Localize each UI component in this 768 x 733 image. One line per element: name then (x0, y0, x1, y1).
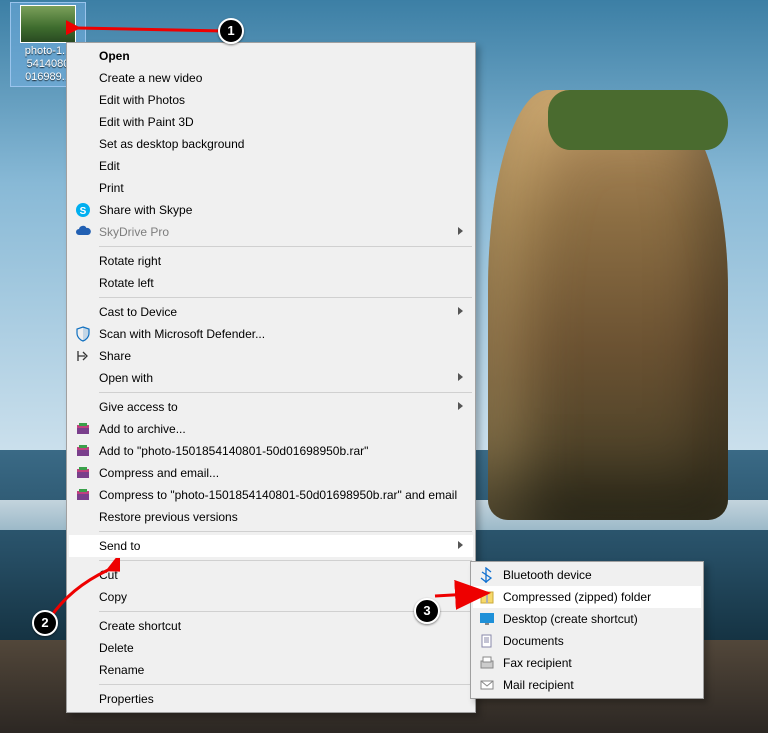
skype-icon: S (75, 202, 91, 218)
menu-edit-paint3d[interactable]: Edit with Paint 3D (69, 111, 473, 133)
menu-copy[interactable]: Copy (69, 586, 473, 608)
mail-icon (479, 677, 495, 693)
svg-text:S: S (80, 206, 87, 217)
menu-print[interactable]: Print (69, 177, 473, 199)
winrar-icon (75, 465, 91, 481)
menu-properties[interactable]: Properties (69, 688, 473, 710)
menu-create-video[interactable]: Create a new video (69, 67, 473, 89)
menu-cast-to-device[interactable]: Cast to Device (69, 301, 473, 323)
bluetooth-icon (479, 567, 495, 583)
chevron-right-icon (458, 227, 463, 235)
menu-edit[interactable]: Edit (69, 155, 473, 177)
annotation-badge-1: 1 (218, 18, 244, 44)
menu-open[interactable]: Open (69, 45, 473, 67)
submenu-documents[interactable]: Documents (473, 630, 701, 652)
chevron-right-icon (458, 307, 463, 315)
shield-icon (75, 326, 91, 342)
submenu-bluetooth[interactable]: Bluetooth device (473, 564, 701, 586)
menu-open-with[interactable]: Open with (69, 367, 473, 389)
cloud-icon (75, 224, 91, 240)
menu-create-shortcut[interactable]: Create shortcut (69, 615, 473, 637)
separator (99, 297, 472, 298)
zip-folder-icon (479, 589, 495, 605)
menu-compress-to-named-and-email[interactable]: Compress to "photo-1501854140801-50d0169… (69, 484, 473, 506)
menu-rotate-right[interactable]: Rotate right (69, 250, 473, 272)
file-thumbnail (20, 5, 76, 43)
share-icon (75, 348, 91, 364)
menu-add-to-archive[interactable]: Add to archive... (69, 418, 473, 440)
chevron-right-icon (458, 373, 463, 381)
menu-scan-defender[interactable]: Scan with Microsoft Defender... (69, 323, 473, 345)
menu-share[interactable]: Share (69, 345, 473, 367)
documents-icon (479, 633, 495, 649)
submenu-desktop-shortcut[interactable]: Desktop (create shortcut) (473, 608, 701, 630)
menu-give-access-to[interactable]: Give access to (69, 396, 473, 418)
wallpaper-cliff (488, 90, 728, 520)
menu-cut[interactable]: Cut (69, 564, 473, 586)
desktop: photo-1... 5414080 016989... Open Create… (0, 0, 768, 733)
menu-share-skype[interactable]: S Share with Skype (69, 199, 473, 221)
menu-edit-photos[interactable]: Edit with Photos (69, 89, 473, 111)
submenu-mail-recipient[interactable]: Mail recipient (473, 674, 701, 696)
menu-set-background[interactable]: Set as desktop background (69, 133, 473, 155)
chevron-right-icon (458, 402, 463, 410)
sendto-submenu: Bluetooth device Compressed (zipped) fol… (470, 561, 704, 699)
annotation-badge-3: 3 (414, 598, 440, 624)
menu-rotate-left[interactable]: Rotate left (69, 272, 473, 294)
desktop-icon (479, 611, 495, 627)
menu-send-to[interactable]: Send to (69, 535, 473, 557)
fax-icon (479, 655, 495, 671)
menu-delete[interactable]: Delete (69, 637, 473, 659)
menu-restore-previous-versions[interactable]: Restore previous versions (69, 506, 473, 528)
winrar-icon (75, 421, 91, 437)
submenu-fax-recipient[interactable]: Fax recipient (473, 652, 701, 674)
submenu-compressed-folder[interactable]: Compressed (zipped) folder (473, 586, 701, 608)
menu-skydrive-pro[interactable]: SkyDrive Pro (69, 221, 473, 243)
separator (99, 560, 472, 561)
winrar-icon (75, 443, 91, 459)
menu-compress-and-email[interactable]: Compress and email... (69, 462, 473, 484)
separator (99, 531, 472, 532)
chevron-right-icon (458, 541, 463, 549)
separator (99, 392, 472, 393)
menu-add-to-named-rar[interactable]: Add to "photo-1501854140801-50d01698950b… (69, 440, 473, 462)
winrar-icon (75, 487, 91, 503)
menu-rename[interactable]: Rename (69, 659, 473, 681)
separator (99, 246, 472, 247)
separator (99, 684, 472, 685)
wallpaper-grass (548, 90, 728, 150)
annotation-badge-2: 2 (32, 610, 58, 636)
